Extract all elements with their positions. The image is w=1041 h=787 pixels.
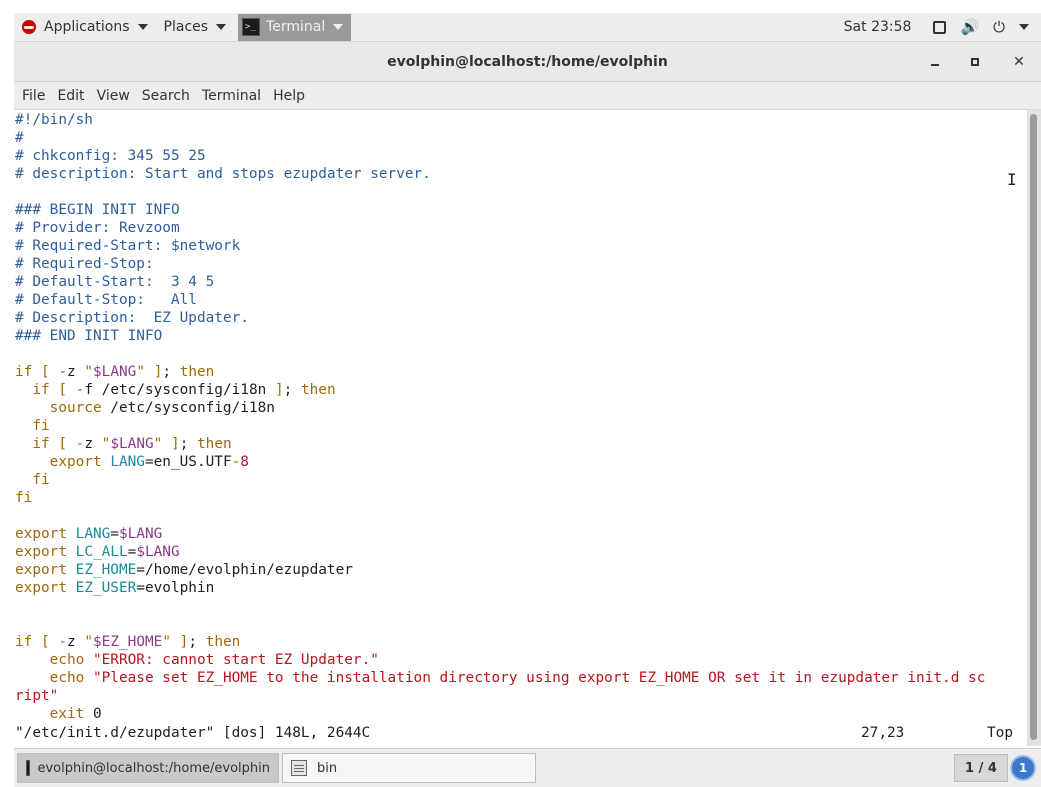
menu-terminal[interactable]: Terminal — [196, 88, 267, 104]
menu-help[interactable]: Help — [267, 88, 311, 104]
minimize-button[interactable] — [931, 58, 947, 66]
maximize-button[interactable] — [971, 58, 987, 66]
chevron-down-icon — [216, 24, 227, 30]
window-title: evolphin@localhost:/home/evolphin — [387, 53, 668, 70]
chevron-down-icon[interactable] — [1019, 24, 1029, 30]
file-manager-icon — [291, 760, 307, 776]
menu-view[interactable]: View — [91, 88, 136, 104]
chevron-down-icon — [333, 24, 344, 30]
clock[interactable]: Sat 23:58 — [844, 19, 912, 35]
window-titlebar[interactable]: evolphin@localhost:/home/evolphin ✕ — [14, 42, 1041, 82]
menu-file[interactable]: File — [16, 88, 51, 104]
screen-icon[interactable] — [933, 20, 947, 34]
applications-label: Applications — [44, 19, 130, 35]
editor-buffer[interactable]: #!/bin/sh # # chkconfig: 345 55 25 # des… — [14, 110, 1027, 723]
redhat-logo-icon — [22, 20, 36, 34]
close-button[interactable]: ✕ — [1011, 54, 1027, 70]
status-scroll-position: Top — [987, 725, 1013, 741]
vim-status-line: "/etc/init.d/ezupdater" [dos] 148L, 2644… — [15, 724, 1025, 742]
status-cursor-position: 27,23 — [861, 725, 905, 741]
top-panel: Applications Places >_ Terminal Sat 23:5… — [14, 13, 1041, 42]
minimize-icon — [931, 64, 939, 66]
places-menu[interactable]: Places — [156, 13, 235, 42]
mouse-ibeam-cursor-icon: I — [1007, 170, 1017, 189]
taskbar-item-label: evolphin@localhost:/home/evolphin — [37, 760, 270, 776]
scrollbar-thumb[interactable] — [1030, 114, 1037, 740]
vertical-scrollbar[interactable] — [1027, 110, 1041, 746]
app-menu-label: Terminal — [266, 19, 326, 35]
power-icon[interactable]: ⏻ — [993, 18, 1005, 36]
menu-search[interactable]: Search — [136, 88, 196, 104]
workspace-switcher[interactable]: 1 / 4 — [954, 754, 1008, 782]
applications-menu[interactable]: Applications — [14, 13, 156, 42]
maximize-icon — [971, 58, 979, 66]
terminal-icon — [26, 760, 31, 776]
bottom-panel: evolphin@localhost:/home/evolphin bin 1 … — [14, 748, 1041, 787]
chevron-down-icon — [137, 24, 148, 30]
menu-edit[interactable]: Edit — [51, 88, 90, 104]
notification-badge[interactable]: 1 — [1012, 757, 1034, 779]
menu-bar: File Edit View Search Terminal Help — [14, 82, 1041, 110]
taskbar-item-terminal[interactable]: evolphin@localhost:/home/evolphin — [17, 753, 279, 783]
places-label: Places — [163, 19, 209, 35]
terminal-icon: >_ — [242, 18, 261, 36]
taskbar-item-bin[interactable]: bin — [282, 753, 536, 783]
status-file-info: "/etc/init.d/ezupdater" [dos] 148L, 2644… — [15, 725, 371, 741]
taskbar-item-label: bin — [317, 760, 338, 776]
app-menu-terminal[interactable]: >_ Terminal — [238, 13, 352, 41]
volume-icon[interactable]: 🔊 — [960, 18, 979, 36]
close-icon: ✕ — [1013, 54, 1025, 70]
terminal-area[interactable]: #!/bin/sh # # chkconfig: 345 55 25 # des… — [14, 110, 1027, 746]
